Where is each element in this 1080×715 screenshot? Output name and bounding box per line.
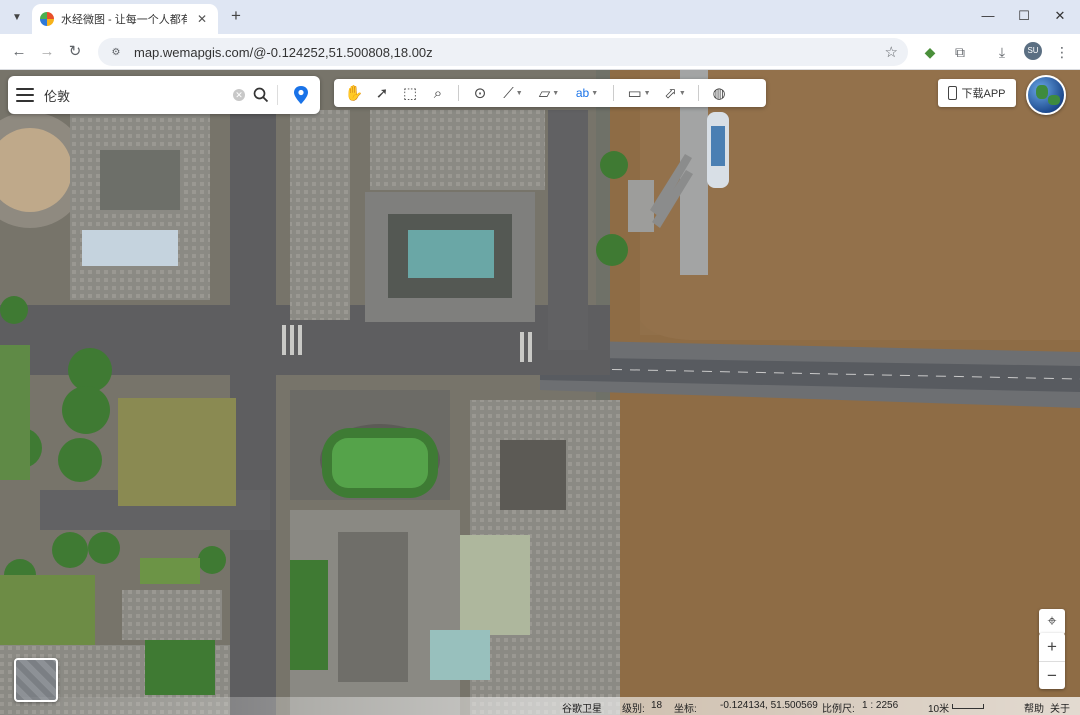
download-app-label: 下载APP xyxy=(961,88,1006,100)
pan-hand-icon[interactable]: ✋ xyxy=(340,81,368,105)
scale-distance: 10米 xyxy=(928,704,950,715)
profile-avatar[interactable]: SU xyxy=(1024,42,1042,60)
pointer-icon[interactable]: ➚ xyxy=(368,81,396,105)
tab-search-chevron-icon[interactable]: ▼ xyxy=(6,6,28,28)
maximize-button[interactable]: ☐ xyxy=(1012,6,1036,26)
measure-icon[interactable]: ▭ ▼ xyxy=(620,81,658,105)
search-divider xyxy=(277,85,278,105)
new-tab-button[interactable]: + xyxy=(226,6,246,26)
tab-title: 水经微图 - 让每一个人都有自己 xyxy=(61,14,187,26)
bookmark-star-icon[interactable]: ☆ xyxy=(885,43,898,61)
satellite-imagery xyxy=(0,70,1080,715)
phone-icon xyxy=(948,86,958,100)
toolbar-divider xyxy=(613,85,614,101)
cursor-info-icon[interactable]: ⬀ ▼ xyxy=(658,81,692,105)
toolbar-divider xyxy=(698,85,699,101)
window-close-button[interactable]: ✕ xyxy=(1048,6,1072,26)
forward-button[interactable]: → xyxy=(36,41,58,63)
download-icon[interactable]: ⤓ xyxy=(992,42,1012,62)
text-label-icon[interactable]: ab ▼ xyxy=(567,81,607,105)
download-app-button[interactable]: 下载APP xyxy=(938,79,1016,107)
map-viewport[interactable]: 伦敦 ✕ ✋ ➚ ⬚ ⌕ ⊙ ⟋ ▼ ▱ ▼ ab ▼ ▭ ▼ ⬀ ▼ ◍ 下载APP xyxy=(0,70,1080,715)
layer-switch-thumbnail[interactable] xyxy=(14,658,58,702)
clear-icon[interactable]: ✕ xyxy=(233,89,245,101)
imagery-source: 谷歌卫星 xyxy=(562,704,602,715)
minimize-button[interactable]: — xyxy=(976,6,1000,26)
coord-label: 坐标: xyxy=(674,704,697,715)
zoom-controls: + − xyxy=(1039,633,1065,689)
site-favicon-icon xyxy=(40,12,54,26)
reload-button[interactable]: ↻ xyxy=(64,41,86,63)
polygon-icon[interactable]: ▱ ▼ xyxy=(531,81,567,105)
site-info-icon[interactable]: ⚙ xyxy=(108,44,124,60)
scale-label: 比例尺: xyxy=(822,704,855,715)
coord-value: -0.124134, 51.500569 xyxy=(720,700,818,711)
url-text: map.wemapgis.com/@-0.124252,51.500808,18… xyxy=(134,44,433,60)
scale-value: 1 : 2256 xyxy=(862,700,899,711)
location-pin-icon[interactable] xyxy=(290,84,312,106)
map-toolbar: ✋ ➚ ⬚ ⌕ ⊙ ⟋ ▼ ▱ ▼ ab ▼ ▭ ▼ ⬀ ▼ ◍ xyxy=(334,79,766,107)
address-bar[interactable]: ⚙ map.wemapgis.com/@-0.124252,51.500808,… xyxy=(98,38,908,66)
browser-tab[interactable]: 水经微图 - 让每一个人都有自己 ✕ xyxy=(32,4,218,34)
locate-icon[interactable]: ⌖ xyxy=(1039,609,1065,635)
search-icon[interactable] xyxy=(253,87,269,103)
more-menu-icon[interactable]: ⋮ xyxy=(1052,42,1072,62)
zoom-level-value: 18 xyxy=(651,700,663,711)
globe-view-button[interactable] xyxy=(1026,75,1066,115)
select-icon[interactable]: ⬚ xyxy=(396,81,424,105)
about-link[interactable]: 关于 xyxy=(1050,700,1070,715)
extensions-puzzle-icon[interactable]: ⧉ xyxy=(950,42,970,62)
marker-icon[interactable]: ⊙ xyxy=(465,81,495,105)
zoom-in-button[interactable]: + xyxy=(1039,633,1065,661)
hamburger-menu-icon[interactable] xyxy=(16,88,34,102)
toolbar-divider xyxy=(458,85,459,101)
place-search-box: 伦敦 ✕ xyxy=(8,76,320,114)
zoom-out-button[interactable]: − xyxy=(1039,661,1065,689)
polyline-icon[interactable]: ⟋ ▼ xyxy=(495,81,531,105)
map-statusbar: 谷歌卫星 级别: 18 坐标: -0.124134, 51.500569 比例尺… xyxy=(0,697,1080,715)
back-button[interactable]: ← xyxy=(8,41,30,63)
browser-toolbar: ← → ↻ ⚙ map.wemapgis.com/@-0.124252,51.5… xyxy=(0,34,1080,70)
search-input[interactable]: 伦敦 xyxy=(44,86,233,105)
browser-tabbar: ▼ 水经微图 - 让每一个人都有自己 ✕ + — ☐ ✕ xyxy=(0,0,1080,34)
scale-bar xyxy=(952,704,984,709)
zoom-search-icon[interactable]: ⌕ xyxy=(424,81,452,105)
extension-icon[interactable]: ◆ xyxy=(920,42,940,62)
help-link[interactable]: 帮助 xyxy=(1024,700,1044,715)
zoom-level-label: 级别: xyxy=(622,704,645,715)
globe-icon[interactable]: ◍ xyxy=(705,81,733,105)
tab-close-icon[interactable]: ✕ xyxy=(194,12,210,26)
